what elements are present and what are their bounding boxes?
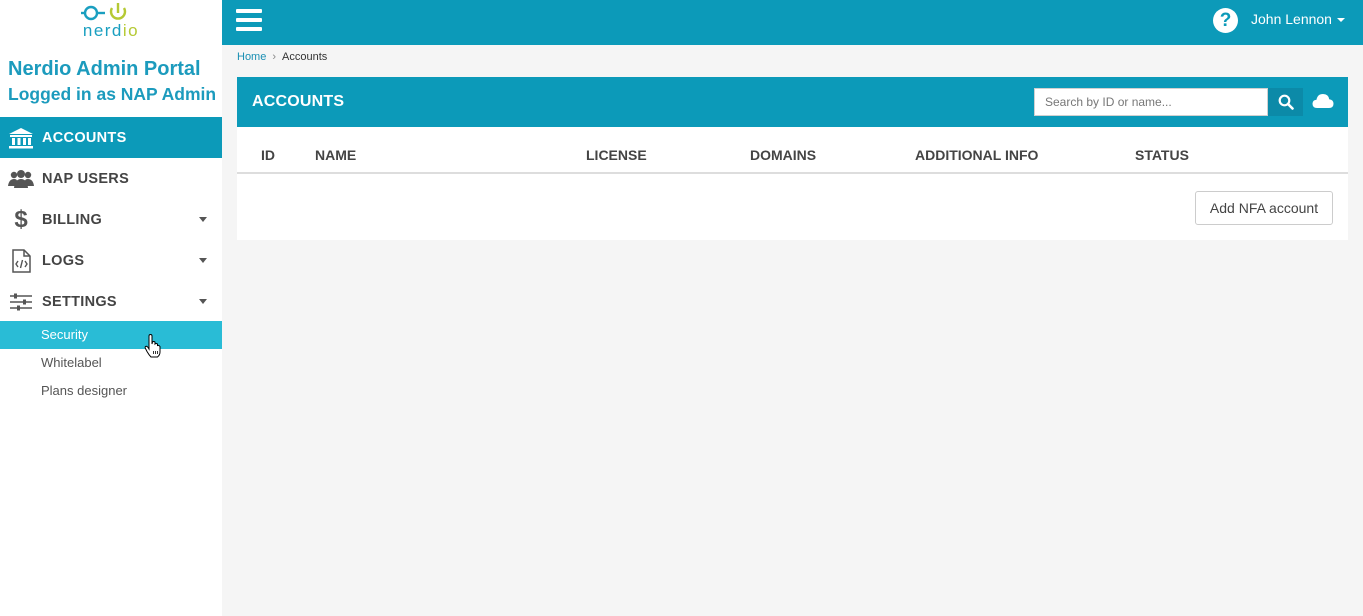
chevron-down-icon [1336,18,1345,23]
bank-icon [0,117,42,158]
hand-cursor-icon [144,334,161,358]
breadcrumb: Home › Accounts [237,51,327,63]
logo-text-accent: io [122,21,140,40]
user-menu[interactable]: John Lennon [1251,11,1345,27]
top-bar: ? John Lennon [222,0,1363,45]
accounts-table-header: ID NAME LICENSE DOMAINS ADDITIONAL INFO … [237,127,1348,174]
page-title: ACCOUNTS [252,93,345,110]
nav-label-settings: SETTINGS [42,293,117,310]
nav-label-nap-users: NAP USERS [42,170,130,187]
code-file-icon [0,240,42,281]
column-header-additional-info[interactable]: ADDITIONAL INFO [915,147,1038,163]
cloud-icon[interactable] [1312,93,1334,109]
nav-item-settings[interactable]: SETTINGS [0,281,222,322]
nav-label-logs: LOGS [42,252,85,269]
accounts-panel: ACCOUNTS ID NAME LICENSE DOMAINS ADDITIO… [237,77,1348,240]
column-header-id[interactable]: ID [261,147,275,163]
login-status: Logged in as NAP Admin [8,84,217,104]
add-nfa-account-button[interactable]: Add NFA account [1195,191,1333,225]
nav-item-accounts[interactable]: ACCOUNTS [0,117,222,158]
nav-item-logs[interactable]: LOGS [0,240,222,281]
user-name: John Lennon [1251,11,1332,27]
chevron-down-icon [199,258,207,263]
sidebar-item-whitelabel[interactable]: Whitelabel [0,349,222,377]
sidebar-item-security[interactable]: Security [0,321,222,349]
logo-text-main: nerd [82,21,123,40]
nav-label-accounts: ACCOUNTS [42,129,127,146]
nav-item-nap-users[interactable]: NAP USERS [0,158,222,199]
portal-title: Nerdio Admin Portal [8,58,201,80]
breadcrumb-separator: › [272,51,277,63]
column-header-license[interactable]: LICENSE [586,147,647,163]
search-icon [1278,94,1294,110]
sliders-icon [0,281,42,322]
help-icon[interactable]: ? [1213,8,1238,33]
column-header-status[interactable]: STATUS [1135,147,1189,163]
nav-item-billing[interactable]: $ BILLING [0,199,222,240]
nerdio-logo[interactable]: nerdio [0,0,222,45]
column-header-name[interactable]: NAME [315,147,356,163]
column-header-domains[interactable]: DOMAINS [750,147,816,163]
search-input[interactable] [1034,88,1268,116]
breadcrumb-current: Accounts [282,51,328,63]
search-button[interactable] [1268,88,1303,116]
hamburger-menu-icon[interactable] [236,9,262,31]
chevron-down-icon [199,217,207,222]
sidebar-item-plans-designer[interactable]: Plans designer [0,377,222,405]
panel-header: ACCOUNTS [237,77,1348,127]
dollar-icon: $ [14,205,28,233]
nav-label-billing: BILLING [42,211,103,228]
chevron-down-icon [199,299,207,304]
breadcrumb-home[interactable]: Home [237,51,266,63]
users-icon [0,158,42,199]
sidebar: nerdio Nerdio Admin Portal Logged in as … [0,0,222,616]
